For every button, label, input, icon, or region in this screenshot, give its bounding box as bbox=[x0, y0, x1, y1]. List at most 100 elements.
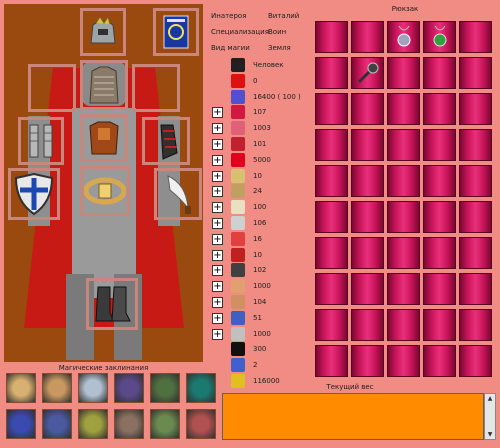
backpack-cell[interactable] bbox=[351, 21, 384, 53]
increase-stat-button[interactable]: + bbox=[212, 218, 223, 229]
blue-sigil-icon[interactable] bbox=[42, 409, 72, 439]
backpack-cell[interactable] bbox=[315, 129, 348, 161]
increase-stat-button[interactable]: + bbox=[212, 265, 223, 277]
backpack-cell[interactable] bbox=[387, 129, 420, 161]
scroll-down-icon[interactable]: ▼ bbox=[486, 431, 494, 438]
neck-slot[interactable] bbox=[28, 64, 76, 112]
backpack-cell[interactable] bbox=[423, 273, 456, 305]
backpack-cell[interactable] bbox=[315, 21, 348, 53]
backpack-cell[interactable] bbox=[423, 93, 456, 125]
backpack-cell[interactable] bbox=[459, 21, 492, 53]
scroll-up-icon[interactable]: ▲ bbox=[486, 395, 494, 402]
helmet-slot[interactable] bbox=[80, 8, 126, 56]
stat-value: 1003 bbox=[253, 124, 271, 133]
dragon-icon[interactable] bbox=[114, 409, 144, 439]
backpack-cell[interactable] bbox=[351, 309, 384, 341]
skull-icon[interactable] bbox=[150, 373, 180, 403]
backpack-cell[interactable] bbox=[387, 93, 420, 125]
increase-stat-button[interactable]: + bbox=[212, 297, 223, 308]
shield-slot[interactable] bbox=[8, 168, 60, 220]
backpack-cell[interactable] bbox=[387, 165, 420, 197]
backpack-cell[interactable] bbox=[315, 345, 348, 377]
ring-slot[interactable] bbox=[132, 64, 180, 112]
right-gauntlet-slot[interactable] bbox=[142, 117, 190, 165]
increase-stat-button[interactable]: + bbox=[212, 139, 223, 150]
increase-stat-button[interactable]: + bbox=[212, 202, 223, 214]
backpack-cell[interactable] bbox=[351, 345, 384, 377]
blue-sigil-icon[interactable] bbox=[6, 409, 36, 439]
backpack-cell[interactable] bbox=[423, 345, 456, 377]
backpack-cell[interactable] bbox=[387, 345, 420, 377]
increase-stat-button[interactable]: + bbox=[212, 312, 223, 324]
stat-value: 24 bbox=[253, 187, 262, 196]
backpack-cell[interactable] bbox=[351, 165, 384, 197]
backpack-cell[interactable] bbox=[459, 201, 492, 233]
backpack-cell[interactable] bbox=[351, 129, 384, 161]
backpack-cell[interactable] bbox=[459, 165, 492, 197]
increase-stat-button[interactable]: + bbox=[212, 154, 223, 166]
creator-value: Виталий bbox=[268, 12, 300, 20]
backpack-cell[interactable] bbox=[351, 273, 384, 305]
rune-icon[interactable] bbox=[6, 373, 36, 403]
backpack-cell[interactable] bbox=[387, 237, 420, 269]
backpack-cell[interactable] bbox=[315, 57, 348, 89]
goblin-icon[interactable] bbox=[150, 409, 180, 439]
backpack-cell[interactable] bbox=[459, 93, 492, 125]
red-arrow-icon bbox=[231, 73, 245, 88]
cross-icon[interactable] bbox=[114, 373, 144, 403]
backpack-cell[interactable] bbox=[315, 273, 348, 305]
left-gauntlet-slot[interactable] bbox=[18, 117, 64, 165]
backpack-cell[interactable] bbox=[423, 201, 456, 233]
backpack-cell[interactable] bbox=[315, 165, 348, 197]
backpack-cell[interactable] bbox=[387, 57, 420, 89]
backpack-cell[interactable] bbox=[351, 57, 384, 89]
backpack-cell[interactable] bbox=[387, 273, 420, 305]
weight-field[interactable] bbox=[222, 393, 484, 440]
increase-stat-button[interactable]: + bbox=[212, 123, 223, 135]
belt-slot[interactable] bbox=[80, 166, 130, 216]
backpack-cell[interactable] bbox=[423, 57, 456, 89]
gauntlet-icon bbox=[29, 124, 53, 158]
backpack-cell[interactable] bbox=[315, 309, 348, 341]
backpack-cell[interactable] bbox=[387, 201, 420, 233]
backpack-cell[interactable] bbox=[315, 201, 348, 233]
monster-icon[interactable] bbox=[186, 409, 216, 439]
backpack-cell[interactable] bbox=[387, 309, 420, 341]
increase-stat-button[interactable]: + bbox=[212, 328, 223, 340]
backpack-cell[interactable] bbox=[459, 345, 492, 377]
backpack-cell[interactable] bbox=[351, 237, 384, 269]
backpack-cell[interactable] bbox=[423, 165, 456, 197]
increase-stat-button[interactable]: + bbox=[212, 170, 223, 182]
yellow-sigil-icon[interactable] bbox=[78, 409, 108, 439]
rune-icon[interactable] bbox=[42, 373, 72, 403]
increase-stat-button[interactable]: + bbox=[212, 249, 223, 261]
backpack-cell[interactable] bbox=[459, 273, 492, 305]
increase-stat-button[interactable]: + bbox=[212, 281, 223, 293]
amulet-icon[interactable] bbox=[78, 373, 108, 403]
armor-slot[interactable] bbox=[80, 60, 128, 110]
lips-icon bbox=[231, 105, 245, 120]
increase-stat-button[interactable]: + bbox=[212, 233, 223, 245]
cross-icon bbox=[231, 342, 245, 357]
spellbook-slot[interactable] bbox=[153, 8, 199, 56]
weapon-slot[interactable] bbox=[154, 168, 202, 220]
backpack-cell[interactable] bbox=[351, 93, 384, 125]
backpack-cell[interactable] bbox=[423, 309, 456, 341]
backpack-cell[interactable] bbox=[351, 201, 384, 233]
backpack-cell[interactable] bbox=[459, 237, 492, 269]
backpack-cell[interactable] bbox=[459, 57, 492, 89]
backpack-cell[interactable] bbox=[423, 21, 456, 53]
weight-scrollbar[interactable]: ▲ ▼ bbox=[484, 393, 496, 440]
increase-stat-button[interactable]: + bbox=[212, 186, 223, 198]
cuirass-slot[interactable] bbox=[80, 114, 128, 162]
backpack-cell[interactable] bbox=[459, 309, 492, 341]
orb-icon bbox=[231, 358, 245, 373]
backpack-cell[interactable] bbox=[387, 21, 420, 53]
backpack-cell[interactable] bbox=[423, 129, 456, 161]
increase-stat-button[interactable]: + bbox=[212, 107, 223, 119]
backpack-cell[interactable] bbox=[459, 129, 492, 161]
backpack-cell[interactable] bbox=[315, 93, 348, 125]
boots-slot[interactable] bbox=[86, 278, 138, 330]
backpack-cell[interactable] bbox=[423, 237, 456, 269]
backpack-cell[interactable] bbox=[315, 237, 348, 269]
